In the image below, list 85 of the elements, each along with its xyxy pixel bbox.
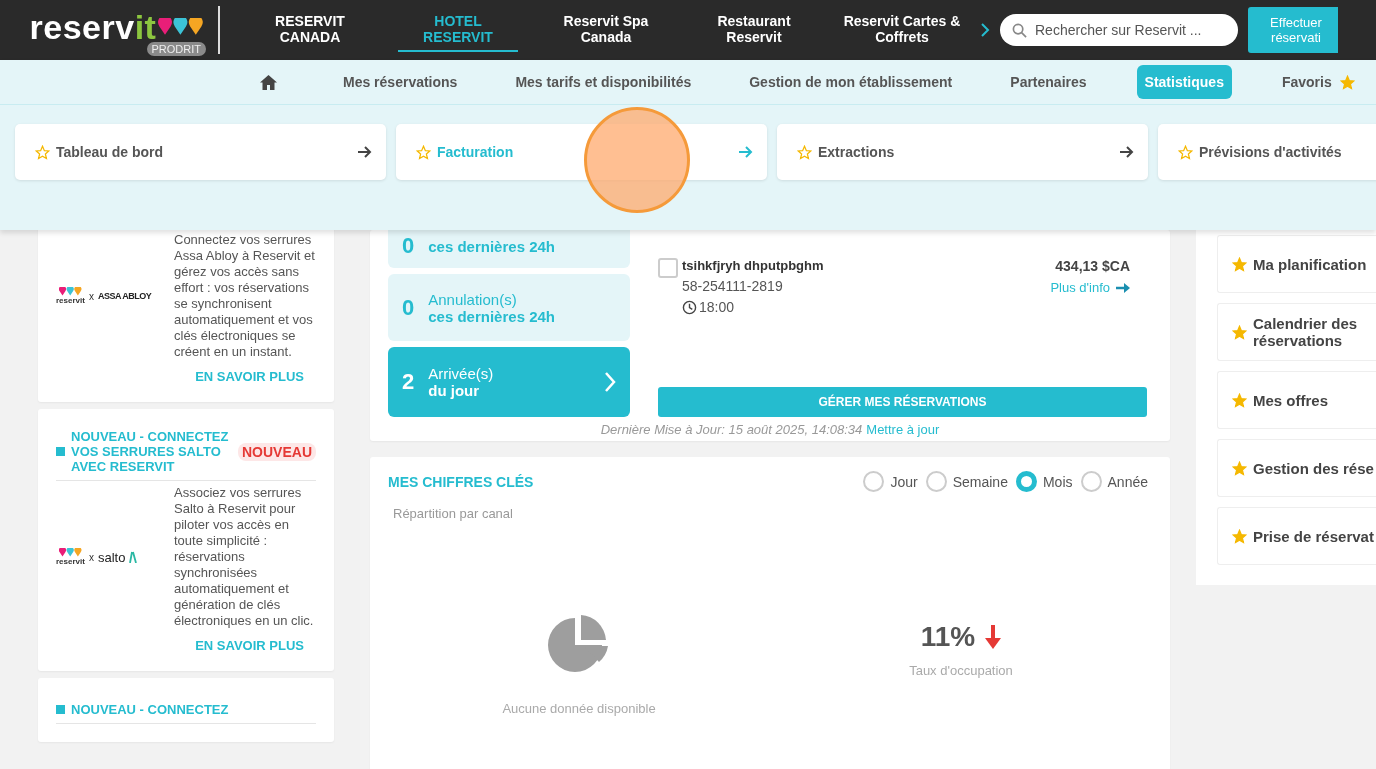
site-tab[interactable]: Reservit Cartes & Coffrets <box>842 8 962 52</box>
stat-value: 0 <box>402 294 415 321</box>
favorites-link[interactable]: Favoris <box>1273 65 1363 99</box>
occupancy-rate: 11% <box>920 621 976 653</box>
last-update-text: Dernière Mise à Jour: 15 août 2025, 14:08:34 <box>600 422 863 437</box>
star-icon <box>1232 460 1247 476</box>
radio-icon[interactable] <box>925 471 947 492</box>
star-outline-icon <box>797 144 812 160</box>
booking-number: 58-254111-2819 <box>682 278 784 294</box>
clock-icon <box>682 299 697 315</box>
star-icon <box>1232 324 1247 340</box>
separator-text: x <box>88 290 94 302</box>
card-title: MES CHIFFRES CLÉS <box>388 473 534 490</box>
site-tab[interactable]: HOTEL RESERVIT <box>398 8 518 52</box>
stat-subtitle: du jour <box>428 382 481 399</box>
radio-icon[interactable] <box>1015 471 1037 492</box>
search-icon <box>1012 22 1027 38</box>
period-radio[interactable]: Année <box>1080 471 1148 492</box>
nav-item[interactable]: Mes réservations <box>335 65 466 99</box>
logo-text: reservit <box>29 10 157 44</box>
site-tab[interactable]: Restaurant Reservit <box>694 8 814 52</box>
favorite-link[interactable]: Mes offres <box>1217 371 1376 429</box>
env-badge: PRODRIT <box>146 42 206 56</box>
period-radio[interactable]: Semaine <box>925 471 1008 492</box>
radio-icon[interactable] <box>1080 471 1102 492</box>
pins-icon <box>158 17 206 37</box>
pins-icon <box>58 548 83 558</box>
square-bullet-icon <box>56 705 65 714</box>
stat-subtitle: ces dernières 24h <box>428 307 556 325</box>
stat-label: Arrivée(s) <box>428 365 495 382</box>
stat-label: Annulation(s) <box>428 290 518 308</box>
star-icon <box>1339 74 1355 90</box>
logo-text: reservit <box>56 296 85 305</box>
search-bar[interactable]: Rechercher sur Reservit ... <box>1000 14 1238 46</box>
slash-mark-icon <box>129 551 138 563</box>
amount: 434,13 $CA <box>1055 258 1130 274</box>
empty-message: Aucune donnée disponible <box>502 701 656 716</box>
arrival-time: 18:00 <box>699 299 735 315</box>
arrow-icon <box>739 146 753 158</box>
submenu-card[interactable]: Extractions <box>777 124 1148 180</box>
star-outline-icon <box>416 144 431 160</box>
star-outline-icon <box>1178 144 1193 160</box>
submenu-card[interactable]: Prévisions d'activités <box>1158 124 1376 180</box>
stat-value: 2 <box>402 369 415 395</box>
period-radio[interactable]: Mois <box>1015 471 1073 492</box>
stat-subtitle: ces dernières 24h <box>428 237 556 255</box>
arrow-icon <box>358 146 372 158</box>
partner-logo-text: ASSA ABLOY <box>97 291 152 301</box>
rate-label: Taux d'occupation <box>909 663 1013 678</box>
checkbox[interactable] <box>658 258 678 278</box>
chevron-right-icon <box>604 371 616 393</box>
home-icon[interactable] <box>260 74 277 90</box>
favorite-link[interactable]: Calendrier des réservations <box>1217 303 1376 361</box>
pins-icon <box>58 287 83 297</box>
favorite-link[interactable]: Prise de réservat <box>1217 507 1376 565</box>
site-tab[interactable]: RESERVIT CANADA <box>250 8 370 52</box>
logo-text: reservit <box>56 557 85 566</box>
card-description: Associez vos serrures Salto à Reservit pour piloter vos accès en toute simplicité : réservations synchronisées automatiquement et génération de clés électroniques en un clic. <box>174 485 315 629</box>
chart-subtitle: Répartition par canal <box>393 506 514 521</box>
guest-name: tsihkfjryh dhputpbghm <box>682 258 825 273</box>
pie-chart-icon <box>548 615 610 673</box>
star-icon <box>1232 528 1247 544</box>
card-title: NOUVEAU - CONNECTEZ VOS SERRURES SALTO AVEC RESERVIT <box>71 429 230 474</box>
nav-item[interactable]: Partenaires <box>1002 65 1095 99</box>
period-radio[interactable]: Jour <box>863 471 918 492</box>
card-title: NOUVEAU - CONNECTEZ <box>71 702 230 717</box>
chevron-right-icon[interactable] <box>980 23 990 37</box>
submenu-card[interactable]: Tableau de bord <box>15 124 386 180</box>
radio-icon[interactable] <box>863 471 885 492</box>
card-description: Connectez vos serrures Assa Abloy à Reservit et gérez vos accès sans effort : vos réservations se synchronisent automatiquement et vos clés électroniques se créent en un instant. <box>174 232 316 360</box>
partner-logo-text: salto <box>97 549 126 565</box>
nav-item[interactable]: Gestion de mon établissement <box>741 65 961 99</box>
favorite-link[interactable]: Ma planification <box>1217 235 1376 293</box>
arrow-icon <box>1116 282 1130 293</box>
star-outline-icon <box>35 144 50 160</box>
new-badge: NOUVEAU <box>238 442 316 461</box>
separator-text: x <box>88 551 94 563</box>
star-icon <box>1232 256 1247 272</box>
star-icon <box>1232 392 1247 408</box>
stat-value: 0 <box>402 233 415 259</box>
arrow-icon <box>1120 146 1134 158</box>
nav-item[interactable]: Mes tarifs et disponibilités <box>507 65 700 99</box>
site-tab[interactable]: Reservit Spa Canada <box>546 8 666 52</box>
square-bullet-icon <box>56 447 65 456</box>
favorite-link[interactable]: Gestion des rése <box>1217 439 1376 497</box>
